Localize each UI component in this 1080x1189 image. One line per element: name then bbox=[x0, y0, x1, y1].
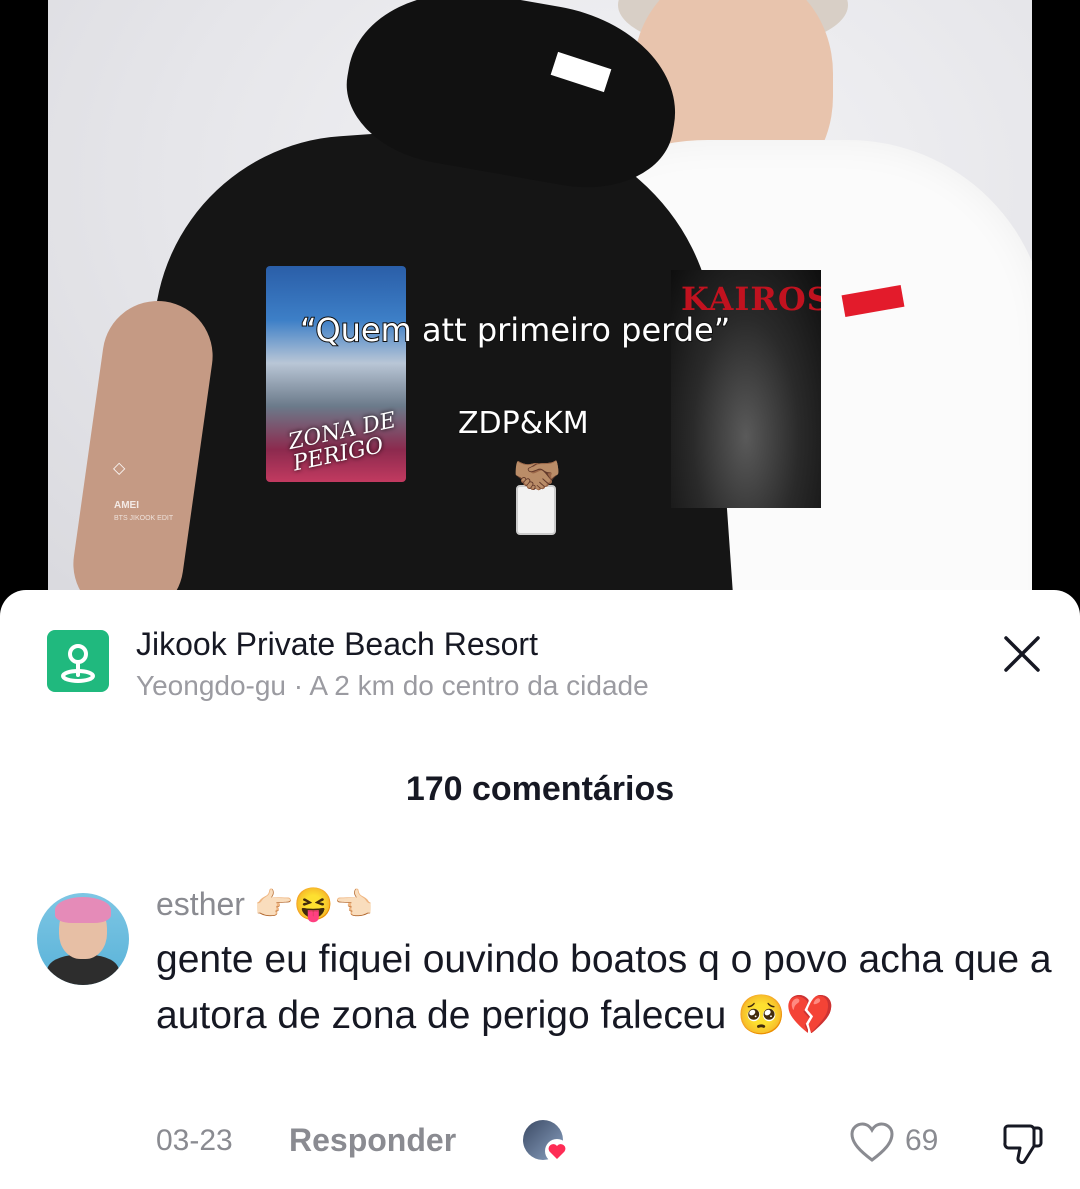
poster-kairos: KAIROS bbox=[671, 270, 821, 508]
watermark-text: AMEI bbox=[114, 500, 139, 511]
poster-left-title: ZONA DE PERIGO bbox=[286, 407, 399, 477]
location-pin-icon[interactable] bbox=[47, 630, 109, 692]
video-player[interactable]: ZONA DE PERIGO KAIROS “Quem att primeiro… bbox=[0, 0, 1080, 610]
heart-icon[interactable] bbox=[848, 1120, 896, 1169]
location-title[interactable]: Jikook Private Beach Resort bbox=[136, 626, 538, 663]
avatar[interactable] bbox=[37, 893, 129, 985]
video-frame bbox=[48, 0, 1032, 610]
avatar-body bbox=[47, 955, 119, 985]
video-caption-sub: ZDP&KM bbox=[457, 405, 590, 442]
comment-count: 170 comentários bbox=[405, 770, 675, 808]
comment-username[interactable]: esther 👉🏻😝👈🏻 bbox=[156, 885, 373, 923]
comment-text: gente eu fiquei ouvindo boatos q o povo … bbox=[156, 938, 1052, 1037]
handshake-emoji: 🤝🏽 bbox=[512, 454, 562, 498]
comment-date: 03-23 bbox=[156, 1124, 233, 1157]
close-icon[interactable] bbox=[1000, 632, 1044, 676]
like-count: 69 bbox=[905, 1124, 939, 1157]
location-subtitle: Yeongdo-gu · A 2 km do centro da cidade bbox=[136, 670, 649, 701]
comments-sheet: Jikook Private Beach Resort Yeongdo-gu ·… bbox=[0, 590, 1080, 1189]
thumbs-down-icon[interactable] bbox=[1000, 1120, 1046, 1171]
reply-button[interactable]: Responder bbox=[289, 1122, 456, 1159]
video-caption-quote: “Quem att primeiro perde” bbox=[299, 310, 731, 350]
heart-badge-icon bbox=[545, 1139, 569, 1163]
poster-zona-de-perigo: ZONA DE PERIGO bbox=[266, 266, 406, 482]
watermark-subtext: BTS JIKOOK EDIT bbox=[114, 515, 174, 522]
diamond-icon: ◇ bbox=[113, 460, 126, 477]
avatar-hair bbox=[55, 897, 111, 923]
person-black-shirt bbox=[140, 111, 736, 610]
